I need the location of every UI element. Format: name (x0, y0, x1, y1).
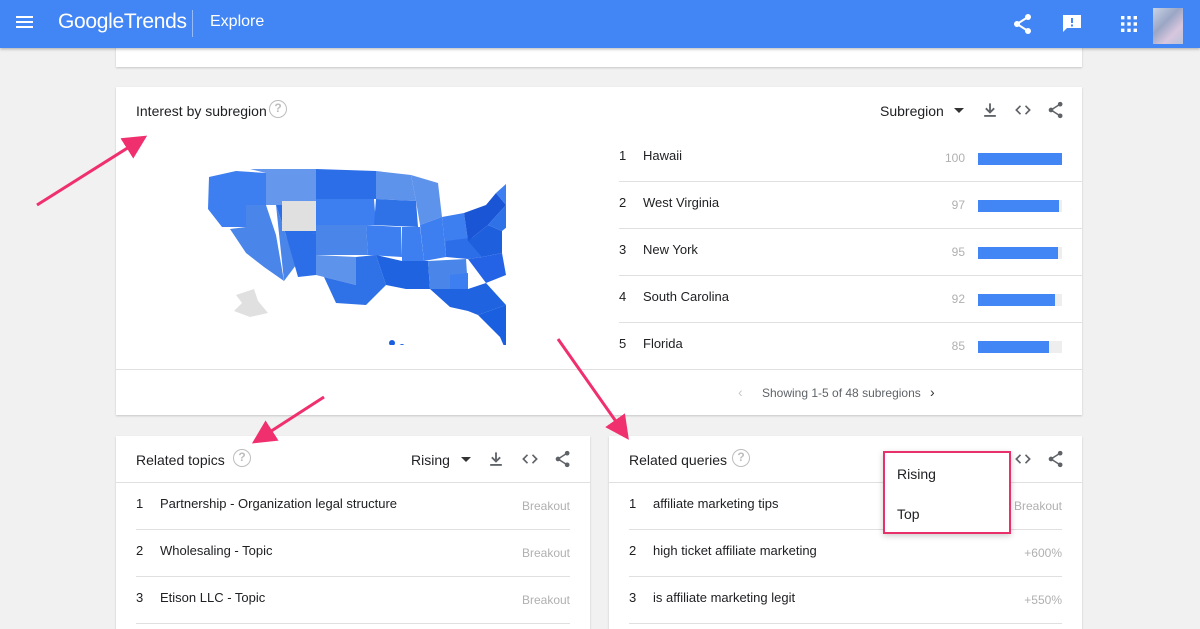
dropdown-option-rising[interactable]: Rising (897, 466, 936, 482)
download-icon[interactable] (486, 449, 506, 469)
menu-icon[interactable] (14, 13, 36, 35)
apps-grid-icon[interactable] (1117, 12, 1141, 36)
region-rank: 2 (619, 195, 627, 210)
google-trends-logo[interactable]: GoogleTrends (58, 10, 187, 34)
list-text[interactable]: Etison LLC - Topic (160, 590, 265, 605)
help-icon[interactable]: ? (233, 449, 251, 467)
list-item[interactable]: 2 high ticket affiliate marketing +600% (609, 530, 1082, 577)
logo-trends-text: Trends (123, 10, 187, 33)
chevron-down-icon[interactable] (954, 108, 964, 113)
list-item[interactable]: 3 Etison LLC - Topic Breakout (116, 577, 590, 624)
region-value: 85 (951, 339, 965, 353)
region-name[interactable]: New York (643, 242, 698, 257)
resolution-select[interactable]: Subregion (880, 103, 944, 119)
list-value: +600% (1024, 546, 1062, 560)
download-icon[interactable] (980, 100, 1000, 120)
share-icon[interactable] (1046, 449, 1066, 469)
region-bar-fill (978, 153, 1062, 165)
card-title: Interest by subregion (136, 103, 267, 119)
region-bar (978, 294, 1062, 306)
card-title: Related topics (136, 452, 225, 468)
region-rank: 5 (619, 336, 627, 351)
chevron-left-icon[interactable]: ‹ (738, 384, 743, 400)
region-value: 95 (951, 245, 965, 259)
list-value: +550% (1024, 593, 1062, 607)
region-bar-fill (978, 247, 1058, 259)
related-queries-card: Related queries ? 1 affiliate marketing t… (609, 436, 1082, 629)
header-divider (192, 10, 193, 37)
row-divider (136, 623, 570, 624)
pager-divider (116, 369, 1082, 370)
list-text[interactable]: high ticket affiliate marketing (653, 543, 817, 558)
list-rank: 2 (136, 543, 144, 558)
region-bar (978, 200, 1062, 212)
list-text[interactable]: is affiliate marketing legit (653, 590, 795, 605)
pager-text: Showing 1-5 of 48 subregions (762, 386, 921, 400)
list-value: Breakout (521, 499, 570, 513)
related-topics-card: Related topics ? Rising 1 Partnership - O… (116, 436, 590, 629)
account-avatar[interactable] (1153, 8, 1183, 44)
list-value: Breakout (1013, 499, 1062, 513)
share-icon[interactable] (553, 449, 573, 469)
region-row[interactable]: 1 Hawaii 100 (619, 135, 1082, 182)
region-row[interactable]: 3 New York 95 (619, 229, 1082, 276)
card-title: Related queries (629, 452, 728, 468)
dropdown-option-top[interactable]: Top (897, 506, 920, 522)
feedback-icon[interactable] (1060, 12, 1084, 36)
help-icon[interactable]: ? (269, 100, 287, 118)
region-row[interactable]: 2 West Virginia 97 (619, 182, 1082, 229)
list-rank: 3 (136, 590, 144, 605)
help-icon[interactable]: ? (732, 449, 750, 467)
list-item[interactable]: 1 affiliate marketing tips Breakout (609, 483, 1082, 530)
share-icon[interactable] (1046, 100, 1066, 120)
region-row[interactable]: 5 Florida 85 (619, 323, 1082, 370)
us-choropleth-map[interactable] (206, 165, 506, 345)
row-divider (629, 623, 1062, 624)
list-rank: 3 (629, 590, 637, 605)
list-text[interactable]: Wholesaling - Topic (160, 543, 272, 558)
embed-code-icon[interactable] (1013, 449, 1033, 469)
list-rank: 1 (136, 496, 144, 511)
region-rank: 1 (619, 148, 627, 163)
share-icon[interactable] (1011, 12, 1035, 36)
region-value: 92 (951, 292, 965, 306)
chevron-right-icon[interactable]: › (930, 384, 935, 400)
region-name[interactable]: Hawaii (643, 148, 682, 163)
region-name[interactable]: Florida (643, 336, 683, 351)
region-bar (978, 153, 1062, 165)
region-bar-fill (978, 294, 1056, 306)
region-rank: 3 (619, 242, 627, 257)
embed-code-icon[interactable] (1013, 100, 1033, 120)
filter-dropdown-menu: Rising Top (883, 451, 1011, 534)
region-name[interactable]: West Virginia (643, 195, 719, 210)
list-text[interactable]: affiliate marketing tips (653, 496, 779, 511)
region-bar-fill (978, 200, 1060, 212)
region-bar (978, 341, 1062, 353)
region-bar-fill (978, 341, 1050, 353)
embed-code-icon[interactable] (520, 449, 540, 469)
region-value: 97 (951, 198, 965, 212)
region-rank: 4 (619, 289, 627, 304)
list-item[interactable]: 2 Wholesaling - Topic Breakout (116, 530, 590, 577)
interest-by-subregion-card: Interest by subregion ? Subregion 1 Hawa… (116, 87, 1082, 415)
app-header: GoogleTrends Explore (0, 0, 1200, 48)
list-rank: 1 (629, 496, 637, 511)
list-value: Breakout (521, 546, 570, 560)
filter-select[interactable]: Rising (411, 452, 450, 468)
region-name[interactable]: South Carolina (643, 289, 729, 304)
logo-google-text: Google (58, 10, 124, 33)
region-row[interactable]: 4 South Carolina 92 (619, 276, 1082, 323)
list-value: Breakout (521, 593, 570, 607)
list-text[interactable]: Partnership - Organization legal structu… (160, 496, 397, 511)
list-item[interactable]: 1 Partnership - Organization legal struct… (116, 483, 590, 530)
list-item[interactable]: 3 is affiliate marketing legit +550% (609, 577, 1082, 624)
chevron-down-icon[interactable] (461, 457, 471, 462)
list-rank: 2 (629, 543, 637, 558)
region-bar (978, 247, 1062, 259)
page-title: Explore (210, 13, 265, 30)
region-value: 100 (944, 151, 965, 165)
